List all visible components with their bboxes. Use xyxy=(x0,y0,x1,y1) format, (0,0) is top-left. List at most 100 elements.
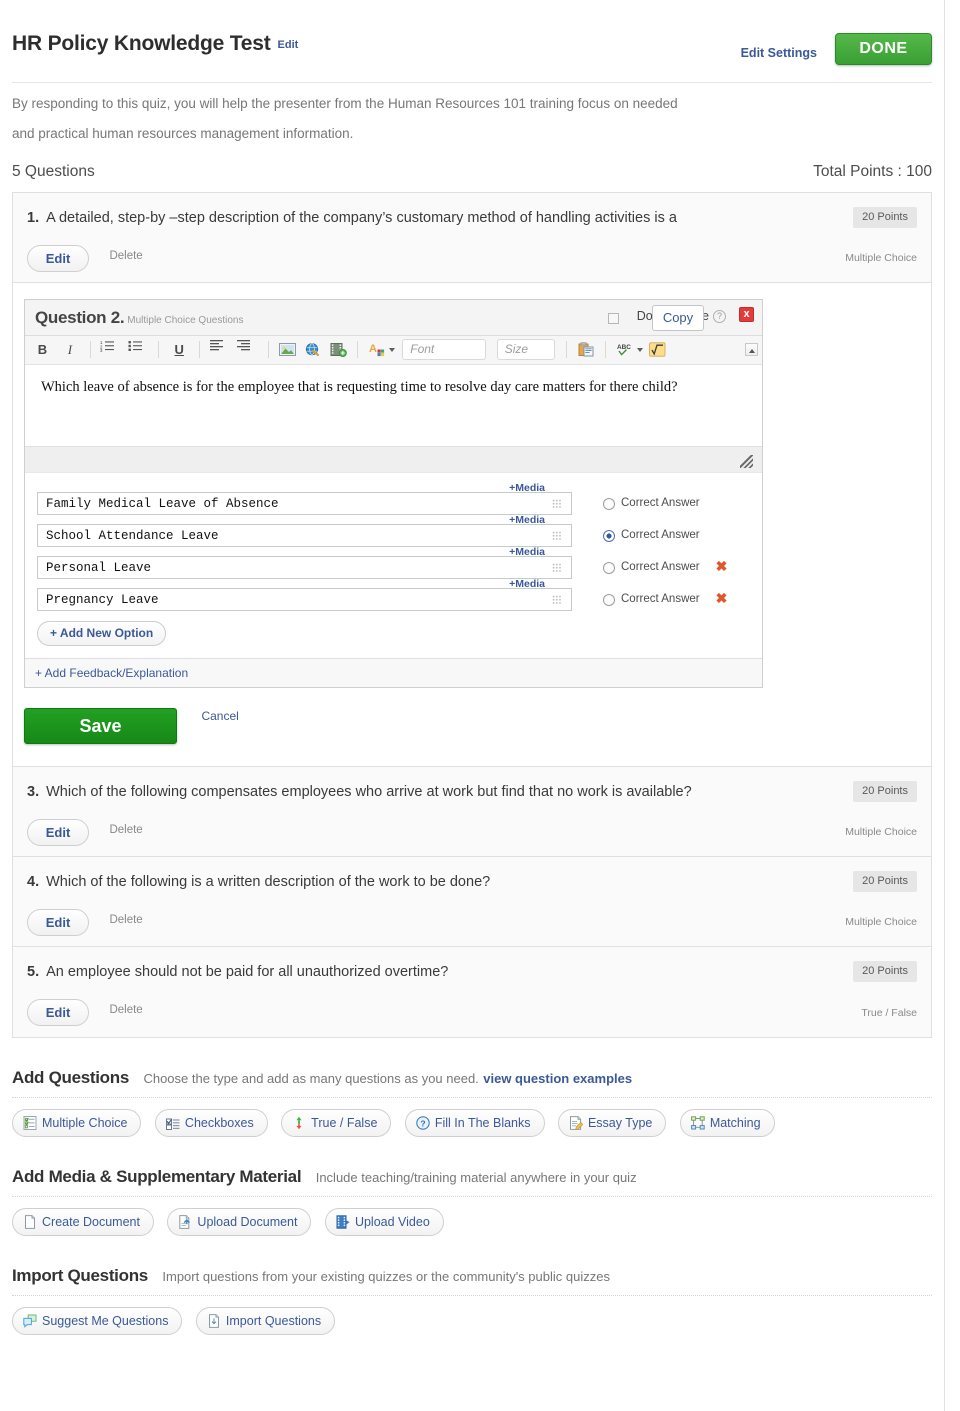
section-divider xyxy=(12,1196,932,1197)
button-label: Import Questions xyxy=(226,1314,321,1328)
question-row-3[interactable]: 3. Which of the following compensates emp… xyxy=(13,767,931,857)
correct-answer-radio[interactable] xyxy=(603,594,615,606)
multiple-choice-icon xyxy=(23,1116,37,1130)
quiz-summary-row: 5 Questions Total Points : 100 xyxy=(12,163,932,187)
button-label: Checkboxes xyxy=(185,1116,254,1130)
toolbar-scroll-up-icon[interactable] xyxy=(745,343,758,356)
upload-document-icon xyxy=(178,1215,192,1229)
correct-answer-radio[interactable] xyxy=(603,530,615,542)
create-document-icon xyxy=(23,1215,37,1229)
edit-question-button[interactable]: Edit xyxy=(27,999,89,1026)
checkboxes-button[interactable]: Checkboxes xyxy=(155,1109,268,1137)
points-badge: 20 Points xyxy=(853,871,917,892)
edit-settings-link[interactable]: Edit Settings xyxy=(741,46,817,60)
option-input[interactable]: Personal Leave xyxy=(37,556,572,579)
correct-answer-label: Correct Answer xyxy=(621,593,700,605)
insert-link-icon[interactable] xyxy=(304,342,321,358)
question-row-5[interactable]: 5.An employee should not be paid for all… xyxy=(13,947,931,1037)
matching-icon xyxy=(691,1116,705,1130)
add-new-option-button[interactable]: + Add New Option xyxy=(37,621,166,646)
section-subtitle: Include teaching/training material anywh… xyxy=(316,1170,637,1185)
section-divider xyxy=(12,1097,932,1098)
option-input[interactable]: School Attendance Leave xyxy=(37,524,572,547)
view-question-examples-link[interactable]: view question examples xyxy=(483,1071,632,1086)
fill-in-blanks-button[interactable]: ? Fill In The Blanks xyxy=(405,1109,545,1137)
question-row-1[interactable]: 1.A detailed, step-by –step description … xyxy=(13,193,931,283)
spellcheck-icon[interactable]: ABC xyxy=(617,342,634,358)
button-label: Multiple Choice xyxy=(42,1116,127,1130)
add-feedback-link[interactable]: + Add Feedback/Explanation xyxy=(25,658,762,687)
edit-question-button[interactable]: Edit xyxy=(27,819,89,846)
correct-answer-label: Correct Answer xyxy=(621,561,700,573)
correct-answer-radio[interactable] xyxy=(603,498,615,510)
suggest-questions-icon xyxy=(23,1314,37,1328)
copy-question-button[interactable]: Copy xyxy=(652,305,704,331)
correct-answer-label: Correct Answer xyxy=(621,529,700,541)
points-badge: 20 Points xyxy=(853,207,917,228)
create-document-button[interactable]: Create Document xyxy=(12,1208,154,1236)
cancel-link[interactable]: Cancel xyxy=(201,709,238,723)
delete-question-link[interactable]: Delete xyxy=(109,1004,142,1016)
delete-option-icon[interactable]: ✖ xyxy=(715,592,728,605)
help-icon[interactable]: ? xyxy=(713,310,726,323)
toolbar-separator xyxy=(605,341,606,358)
insert-video-icon[interactable] xyxy=(330,342,347,358)
question-actions: Edit Delete xyxy=(27,909,917,936)
font-select[interactable]: Font xyxy=(402,339,486,360)
align-right-icon[interactable] xyxy=(237,339,258,360)
do-not-grade-checkbox[interactable] xyxy=(608,313,619,324)
import-questions-button[interactable]: Import Questions xyxy=(196,1307,335,1335)
save-button[interactable]: Save xyxy=(24,708,177,744)
math-equation-icon[interactable] xyxy=(649,342,666,358)
option-input[interactable]: Family Medical Leave of Absence xyxy=(37,492,572,515)
matching-button[interactable]: Matching xyxy=(680,1109,775,1137)
delete-option-icon[interactable]: ✖ xyxy=(715,560,728,573)
svg-text:ABC: ABC xyxy=(617,344,631,351)
question-actions: Edit Delete xyxy=(27,999,917,1026)
question-text-editor[interactable]: Which leave of absence is for the employ… xyxy=(25,365,762,447)
delete-question-link[interactable]: Delete xyxy=(109,250,142,262)
delete-question-link[interactable]: Delete xyxy=(109,914,142,926)
text-color-icon[interactable]: A xyxy=(369,342,386,358)
edit-question-button[interactable]: Edit xyxy=(27,245,89,272)
button-label: Fill In The Blanks xyxy=(435,1116,531,1130)
paste-icon[interactable] xyxy=(578,342,595,358)
import-questions-header: Import Questions Import questions from y… xyxy=(12,1266,932,1290)
true-false-icon xyxy=(292,1116,306,1130)
upload-document-button[interactable]: Upload Document xyxy=(167,1208,311,1236)
insert-image-icon[interactable] xyxy=(279,342,296,358)
suggest-me-questions-button[interactable]: Suggest Me Questions xyxy=(12,1307,182,1335)
drag-handle-icon[interactable] xyxy=(552,595,561,604)
true-false-button[interactable]: True / False xyxy=(281,1109,391,1137)
section-subtitle: Import questions from your existing quiz… xyxy=(162,1269,610,1284)
underline-icon[interactable]: U xyxy=(169,339,190,360)
size-select[interactable]: Size xyxy=(497,339,555,360)
bullet-list-icon[interactable] xyxy=(128,339,149,360)
chevron-down-icon[interactable] xyxy=(389,348,395,352)
question-row-4[interactable]: 4.Which of the following is a written de… xyxy=(13,857,931,947)
italic-icon[interactable]: I xyxy=(59,339,80,360)
done-button[interactable]: DONE xyxy=(835,33,932,65)
question-text: Which of the following compensates emplo… xyxy=(46,784,692,800)
edit-question-button[interactable]: Edit xyxy=(27,909,89,936)
correct-answer-radio[interactable] xyxy=(603,562,615,574)
title-edit-link[interactable]: Edit xyxy=(278,39,299,51)
option-input[interactable]: Pregnancy Leave xyxy=(37,588,572,611)
drag-handle-icon[interactable] xyxy=(552,499,561,508)
drag-handle-icon[interactable] xyxy=(552,563,561,572)
question-number: 3. xyxy=(27,784,39,800)
align-left-icon[interactable] xyxy=(210,339,231,360)
button-label: Upload Document xyxy=(197,1215,297,1229)
drag-handle-icon[interactable] xyxy=(552,531,561,540)
bold-icon[interactable]: B xyxy=(32,339,53,360)
resize-handle[interactable] xyxy=(740,455,753,468)
question-type-label: Multiple Choice xyxy=(845,916,917,928)
upload-video-button[interactable]: Upload Video xyxy=(325,1208,444,1236)
question-type-label: True / False xyxy=(861,1007,917,1019)
multiple-choice-button[interactable]: Multiple Choice xyxy=(12,1109,141,1137)
delete-question-link[interactable]: Delete xyxy=(109,824,142,836)
chevron-down-icon[interactable] xyxy=(637,348,643,352)
close-icon[interactable]: x xyxy=(739,307,754,322)
ordered-list-icon[interactable]: 1 2 3 xyxy=(100,339,121,360)
essay-type-button[interactable]: Essay Type xyxy=(558,1109,666,1137)
